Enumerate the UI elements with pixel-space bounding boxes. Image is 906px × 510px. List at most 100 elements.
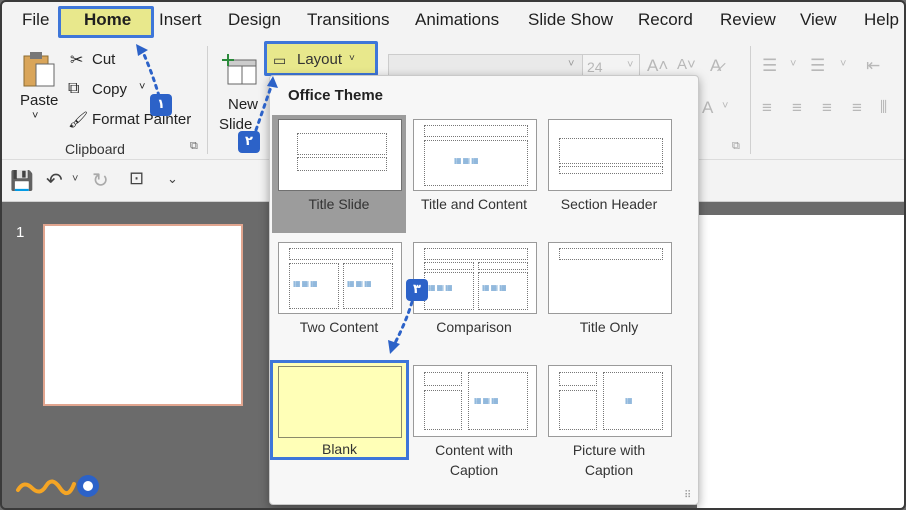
clipboard-group-label: Clipboard [65, 141, 125, 157]
chevron-down-icon[interactable]: ˅ [139, 81, 145, 93]
grow-font-icon[interactable]: A˄ [647, 56, 668, 76]
save-icon[interactable]: 💾 [10, 169, 34, 193]
layout-button[interactable]: ▭ Layout ˅ [264, 41, 378, 76]
separator [750, 46, 751, 154]
layout-title-only[interactable]: Title Only [542, 238, 676, 356]
layout-preview [278, 119, 402, 191]
slide-thumbnail[interactable] [43, 224, 243, 406]
gallery-title: Office Theme [288, 87, 384, 104]
layout-preview: ▦▦▦ ▦▦▦ [413, 242, 537, 314]
step-badge-2: ۲ [238, 131, 260, 153]
layout-title-and-content[interactable]: ▦▦▦ Title and Content [407, 115, 541, 233]
tab-home[interactable]: Home [84, 10, 131, 30]
layout-label: Layout [297, 51, 343, 68]
step-badge-1: ۱ [150, 94, 172, 116]
content-placeholder-icon: ▦▦▦ [428, 283, 454, 292]
layout-preview: ▦▦▦ ▦▦▦ [278, 242, 402, 314]
dialog-launcher-icon[interactable]: ⧉ [732, 140, 740, 153]
align-left-icon[interactable]: ≡ [762, 98, 772, 118]
format-painter-button[interactable]: Format Painter [92, 111, 191, 128]
content-placeholder-icon: ▦▦▦ [482, 283, 508, 292]
format-painter-icon: 🖌 [68, 112, 89, 129]
layout-label: Title Only [579, 319, 639, 335]
chevron-down-icon[interactable]: ˅ [72, 173, 78, 185]
tab-design[interactable]: Design [228, 10, 281, 30]
align-center-icon[interactable]: ≡ [792, 98, 802, 118]
layout-label: Blank [321, 441, 358, 457]
tab-review[interactable]: Review [720, 10, 776, 30]
layout-preview: ▦▦▦ [413, 365, 537, 437]
scissors-icon: ✂ [70, 52, 84, 69]
layout-label: Two Content [299, 319, 379, 335]
numbering-icon[interactable]: ☰ [810, 56, 825, 76]
layout-blank[interactable]: Blank [270, 360, 409, 460]
customize-toolbar-icon[interactable]: ⌄ [167, 171, 178, 187]
logo-mark-icon [16, 475, 99, 497]
tab-view[interactable]: View [800, 10, 837, 30]
clear-formatting-icon[interactable]: A̷ [710, 56, 721, 76]
content-placeholder-icon: ▦▦▦ [474, 396, 500, 405]
new-slide-icon [222, 54, 257, 85]
paste-label: Paste [20, 92, 59, 109]
paste-button[interactable]: Paste ˅ [14, 46, 64, 126]
new-slide-button[interactable]: New Slide [216, 46, 262, 133]
chevron-down-icon[interactable]: ˅ [568, 58, 574, 70]
tab-slide-show[interactable]: Slide Show [528, 10, 613, 30]
copy-icon: ⧉ [68, 80, 80, 97]
paste-icon [23, 52, 55, 87]
chevron-down-icon[interactable]: ˅ [722, 100, 728, 112]
redo-icon[interactable]: ↻ [92, 168, 109, 193]
tab-record[interactable]: Record [638, 10, 693, 30]
tab-transitions[interactable]: Transitions [307, 10, 390, 30]
content-placeholder-icon: ▦▦▦ [293, 279, 319, 288]
content-placeholder-icon: ▦▦▦ [454, 156, 480, 165]
layout-preview [278, 366, 402, 438]
layout-section-header[interactable]: Section Header [542, 115, 676, 233]
resize-grip-icon[interactable]: ⠿ [684, 490, 691, 501]
dialog-launcher-icon[interactable]: ⧉ [190, 140, 198, 153]
shrink-font-icon[interactable]: A˅ [677, 56, 696, 73]
layout-picture-with-caption[interactable]: ▦ Picture with Caption [542, 361, 676, 479]
ribbon-tabs: File Home Insert Design Transitions Anim… [2, 2, 904, 40]
undo-icon[interactable]: ↶ [46, 168, 63, 193]
watermark-logo [14, 472, 104, 500]
layout-label: Title and Content [420, 196, 528, 212]
picture-placeholder-icon: ▦ [625, 396, 634, 405]
layout-label: Picture with [572, 442, 646, 458]
layout-preview [548, 119, 672, 191]
tab-animations[interactable]: Animations [415, 10, 499, 30]
columns-icon[interactable]: ⫴ [880, 98, 887, 118]
step-badge-3: ۳ [406, 279, 428, 301]
layout-title-slide[interactable]: Title Slide [272, 115, 406, 233]
separator [207, 46, 208, 154]
font-color-icon[interactable]: A [702, 98, 713, 118]
layout-label: Comparison [436, 319, 512, 335]
layout-label-line2: Caption [449, 462, 499, 478]
chevron-down-icon[interactable]: ˅ [840, 58, 846, 70]
copy-button[interactable]: Copy [92, 81, 127, 98]
chevron-down-icon: ˅ [627, 59, 634, 71]
layout-two-content[interactable]: ▦▦▦ ▦▦▦ Two Content [272, 238, 406, 356]
presentation-icon[interactable]: ⊡ [129, 168, 144, 189]
new-slide-label-line1: New [228, 96, 259, 113]
chevron-down-icon[interactable]: ˅ [790, 58, 796, 70]
content-placeholder-icon: ▦▦▦ [347, 279, 373, 288]
align-right-icon[interactable]: ≡ [822, 98, 832, 118]
layout-icon: ▭ [273, 52, 287, 68]
layout-content-with-caption[interactable]: ▦▦▦ Content with Caption [407, 361, 541, 479]
layout-preview: ▦ [548, 365, 672, 437]
layout-label: Content with [435, 442, 513, 458]
chevron-down-icon[interactable]: ˅ [32, 110, 38, 122]
layout-label: Section Header [560, 196, 658, 212]
decrease-indent-icon[interactable]: ⇤ [866, 56, 880, 76]
layout-preview: ▦▦▦ [413, 119, 537, 191]
bullets-icon[interactable]: ☰ [762, 56, 777, 76]
font-size-value: 24 [587, 59, 603, 75]
tab-insert[interactable]: Insert [159, 10, 202, 30]
slide-canvas[interactable] [697, 215, 904, 508]
cut-button[interactable]: Cut [92, 51, 115, 68]
layout-label-line2: Caption [584, 462, 634, 478]
tab-help[interactable]: Help [864, 10, 899, 30]
justify-icon[interactable]: ≡ [852, 98, 862, 118]
tab-file[interactable]: File [22, 10, 49, 30]
